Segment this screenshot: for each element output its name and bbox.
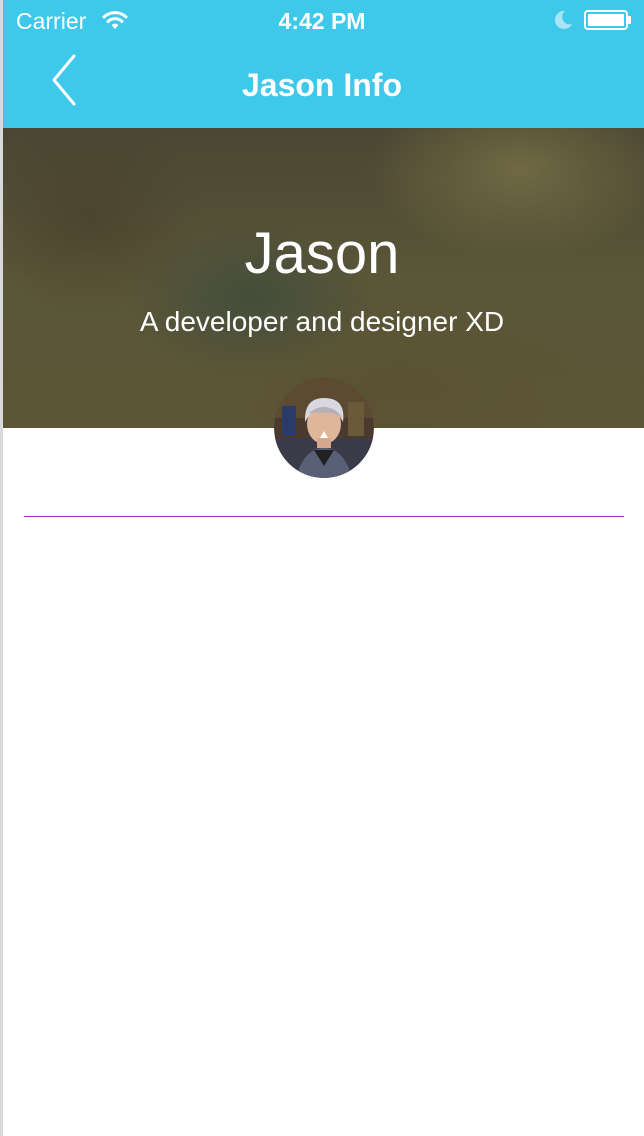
section-divider bbox=[24, 516, 624, 517]
profile-screen: Carrier 4:42 PM Jason Info Jason A devel… bbox=[0, 0, 644, 1136]
top-bar: Carrier 4:42 PM Jason Info bbox=[0, 0, 644, 128]
moon-icon bbox=[554, 10, 572, 29]
status-time: 4:42 PM bbox=[278, 8, 366, 34]
navigation-bar: Jason Info bbox=[0, 40, 644, 128]
screen-edge bbox=[0, 0, 3, 1136]
profile-tagline: A developer and designer XD bbox=[139, 306, 505, 337]
profile-name: Jason bbox=[244, 221, 400, 286]
status-bar: Carrier 4:42 PM bbox=[0, 0, 644, 40]
page-title: Jason Info bbox=[241, 67, 402, 103]
avatar[interactable] bbox=[274, 378, 374, 478]
battery-icon bbox=[584, 10, 631, 30]
